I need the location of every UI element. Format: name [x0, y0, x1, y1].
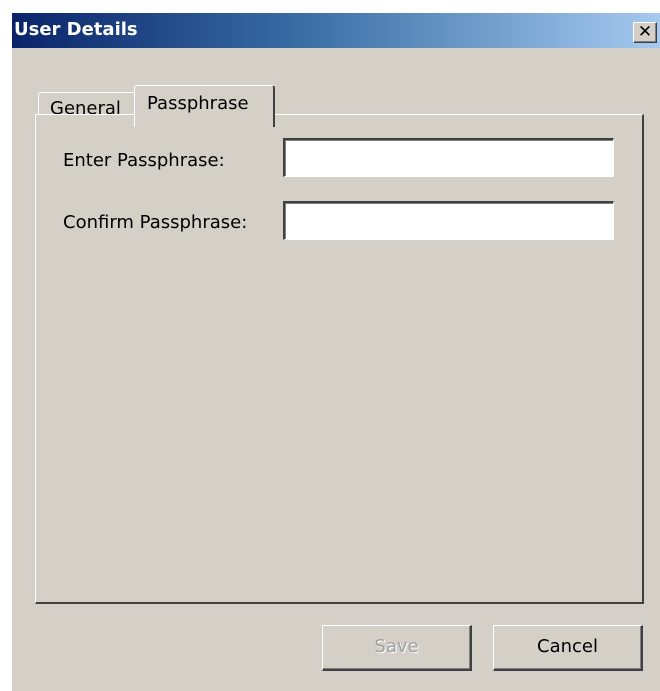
user-details-dialog: User Details ✕ General Passphrase Enter …	[12, 13, 660, 691]
close-icon: ✕	[637, 22, 653, 42]
enter-passphrase-input[interactable]	[283, 138, 614, 177]
confirm-passphrase-label: Confirm Passphrase:	[63, 212, 248, 233]
title-bar[interactable]: User Details ✕	[12, 13, 660, 48]
passphrase-tab-panel: Enter Passphrase: Confirm Passphrase:	[35, 114, 644, 604]
tab-passphrase[interactable]: Passphrase	[134, 85, 275, 127]
window-title: User Details	[14, 19, 138, 40]
confirm-passphrase-input[interactable]	[283, 201, 614, 240]
enter-passphrase-label: Enter Passphrase:	[63, 150, 225, 171]
save-button[interactable]: Save	[322, 625, 472, 671]
cancel-button[interactable]: Cancel	[493, 625, 643, 671]
close-button[interactable]: ✕	[633, 22, 657, 43]
tab-passphrase-label: Passphrase	[147, 93, 249, 114]
